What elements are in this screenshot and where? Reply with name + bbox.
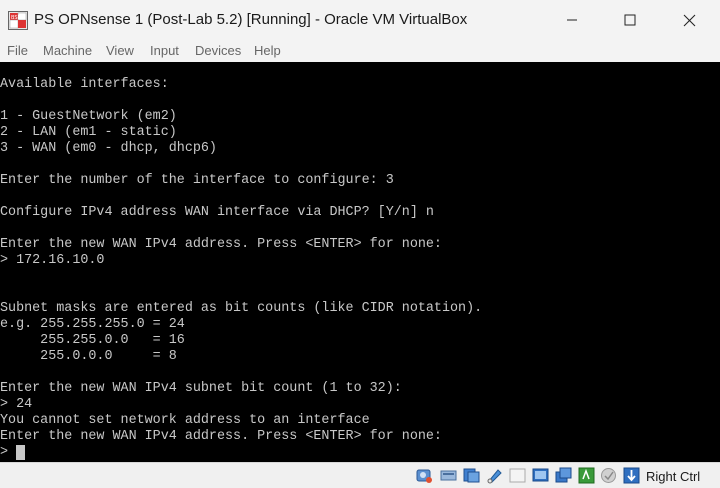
console-line: > 24 bbox=[0, 397, 33, 412]
text-cursor bbox=[16, 445, 25, 460]
console-line: You cannot set network address to an int… bbox=[0, 413, 370, 428]
console-line: Subnet masks are entered as bit counts (… bbox=[0, 301, 483, 316]
optical-drive-icon[interactable] bbox=[440, 467, 457, 484]
shared-folders-icon[interactable] bbox=[532, 467, 549, 484]
menu-help[interactable]: Help bbox=[254, 43, 281, 58]
minimize-button[interactable] bbox=[543, 0, 601, 40]
virtualbox-app-icon: BSD bbox=[8, 11, 28, 30]
audio-icon[interactable] bbox=[463, 467, 480, 484]
window-titlebar[interactable]: BSD PS OPNsense 1 (Post-Lab 5.2) [Runnin… bbox=[0, 0, 720, 40]
usb-icon[interactable] bbox=[509, 467, 526, 484]
console-line: > 172.16.10.0 bbox=[0, 253, 105, 268]
menu-file[interactable]: File bbox=[7, 43, 28, 58]
status-bar: Right Ctrl bbox=[0, 462, 720, 488]
console-line: Enter the new WAN IPv4 address. Press <E… bbox=[0, 237, 442, 252]
keyboard-capture-icon[interactable] bbox=[623, 467, 640, 484]
hard-disk-icon[interactable] bbox=[416, 467, 433, 484]
close-button[interactable] bbox=[660, 0, 718, 40]
console-line: 1 - GuestNetwork (em2) bbox=[0, 109, 177, 124]
cpu-activity-icon[interactable] bbox=[600, 467, 617, 484]
menu-devices[interactable]: Devices bbox=[195, 43, 241, 58]
console-line: 3 - WAN (em0 - dhcp, dhcp6) bbox=[0, 141, 217, 156]
menu-machine[interactable]: Machine bbox=[43, 43, 92, 58]
console-line: Enter the new WAN IPv4 address. Press <E… bbox=[0, 429, 442, 444]
console-line: Enter the number of the interface to con… bbox=[0, 173, 394, 188]
vm-console-screen[interactable]: Available interfaces: 1 - GuestNetwork (e… bbox=[0, 62, 720, 462]
close-icon bbox=[683, 14, 695, 26]
minimize-icon bbox=[567, 19, 577, 21]
recording-icon[interactable] bbox=[578, 467, 595, 484]
console-line: 2 - LAN (em1 - static) bbox=[0, 125, 177, 140]
console-line: Available interfaces: bbox=[0, 77, 169, 92]
console-line: 255.255.0.0 = 16 bbox=[0, 333, 185, 348]
display-icon[interactable] bbox=[555, 467, 572, 484]
menu-view[interactable]: View bbox=[106, 43, 134, 58]
menu-bar: File Machine View Input Devices Help bbox=[0, 40, 720, 62]
svg-text:BSD: BSD bbox=[11, 15, 22, 21]
console-line: 255.0.0.0 = 8 bbox=[0, 349, 177, 364]
host-key-label: Right Ctrl bbox=[646, 469, 701, 484]
network-icon[interactable] bbox=[486, 467, 503, 484]
console-line: Enter the new WAN IPv4 subnet bit count … bbox=[0, 381, 402, 396]
window-title: PS OPNsense 1 (Post-Lab 5.2) [Running] -… bbox=[34, 11, 468, 28]
console-line: e.g. 255.255.255.0 = 24 bbox=[0, 317, 185, 332]
console-line: Configure IPv4 address WAN interface via… bbox=[0, 205, 434, 220]
maximize-button[interactable] bbox=[601, 0, 659, 40]
console-line: > bbox=[0, 445, 17, 460]
maximize-icon bbox=[624, 14, 636, 26]
menu-input[interactable]: Input bbox=[150, 43, 179, 58]
